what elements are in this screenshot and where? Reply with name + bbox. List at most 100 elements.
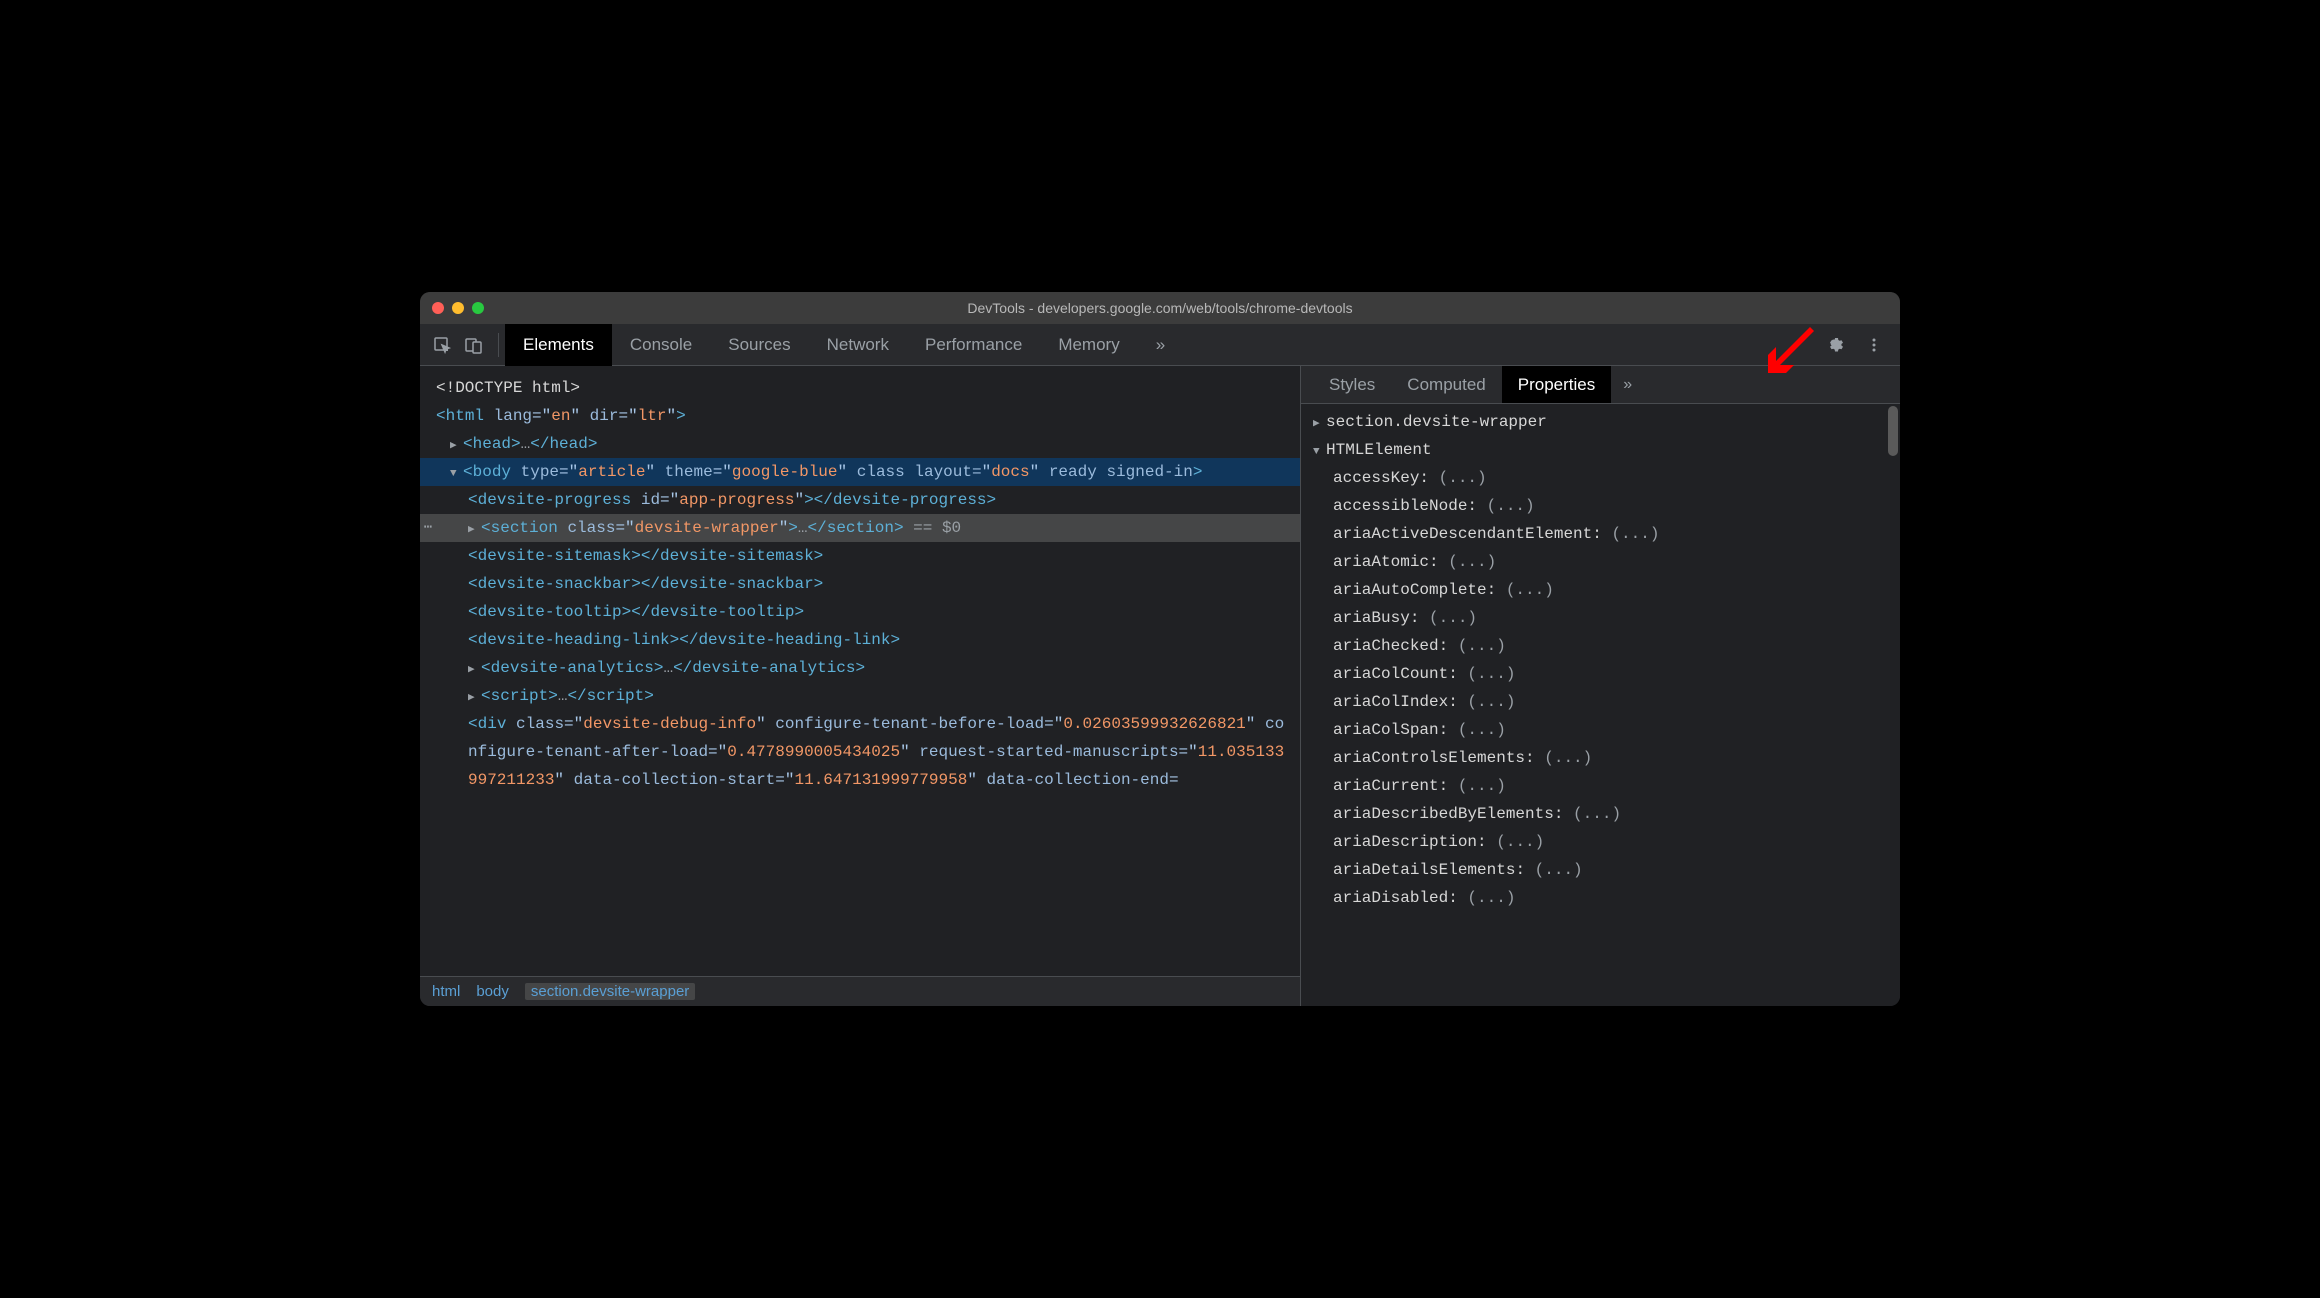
prop-row[interactable]: ariaDisabled: (...) [1301,884,1900,912]
prop-key: ariaDisabled [1333,889,1448,907]
prop-val[interactable]: (...) [1467,889,1515,907]
expand-triangle-icon[interactable]: ▶ [450,437,460,456]
prop-row[interactable]: ariaActiveDescendantElement: (...) [1301,520,1900,548]
line-actions-icon[interactable]: ⋯ [420,514,436,542]
device-toggle-icon[interactable] [460,331,488,359]
breadcrumb-html[interactable]: html [432,983,460,1000]
dom-line-div-debug[interactable]: <div class="devsite-debug-info" configur… [420,710,1300,794]
tab-network[interactable]: Network [809,324,907,366]
collapse-triangle-icon[interactable]: ▼ [450,465,460,484]
prop-val[interactable]: (...) [1573,805,1621,823]
maximize-window-button[interactable] [472,302,484,314]
prop-val[interactable]: (...) [1544,749,1592,767]
prop-val[interactable]: (...) [1611,525,1659,543]
prop-key: accessibleNode [1333,497,1467,515]
prop-row[interactable]: ariaDetailsElements: (...) [1301,856,1900,884]
prop-key: accessKey [1333,469,1419,487]
tab-console[interactable]: Console [612,324,710,366]
prop-row[interactable]: ariaBusy: (...) [1301,604,1900,632]
tab-sources[interactable]: Sources [710,324,808,366]
prop-key: ariaAutoComplete [1333,581,1487,599]
side-tab-more[interactable]: » [1611,366,1644,403]
prop-val[interactable]: (...) [1467,693,1515,711]
properties-pane[interactable]: ▶section.devsite-wrapper ▼HTMLElement ac… [1301,404,1900,1006]
prop-val[interactable]: (...) [1458,777,1506,795]
inspect-icon[interactable] [428,331,456,359]
prop-key: ariaColSpan [1333,721,1439,739]
breadcrumb-body[interactable]: body [476,983,509,1000]
dom-line-heading-link[interactable]: <devsite-heading-link></devsite-heading-… [420,626,1300,654]
dom-line-head[interactable]: ▶<head>…</head> [420,430,1300,458]
prop-val[interactable]: (...) [1448,553,1496,571]
prop-row[interactable]: ariaChecked: (...) [1301,632,1900,660]
kebab-menu-icon[interactable] [1860,331,1888,359]
prop-val[interactable]: (...) [1439,469,1487,487]
prop-key: ariaBusy [1333,609,1410,627]
dom-line-sitemask[interactable]: <devsite-sitemask></devsite-sitemask> [420,542,1300,570]
prop-row[interactable]: ariaControlsElements: (...) [1301,744,1900,772]
tab-elements[interactable]: Elements [505,324,612,366]
expand-triangle-icon[interactable]: ▶ [468,661,478,680]
scrollbar-thumb[interactable] [1888,406,1898,456]
dom-tree[interactable]: <!DOCTYPE html> <html lang="en" dir="ltr… [420,366,1300,976]
prop-key: ariaColIndex [1333,693,1448,711]
prop-val[interactable]: (...) [1467,665,1515,683]
prop-key: ariaDetailsElements [1333,861,1515,879]
side-tab-styles[interactable]: Styles [1313,366,1391,403]
expand-triangle-icon[interactable]: ▶ [468,521,478,540]
breadcrumb-section[interactable]: section.devsite-wrapper [525,983,695,1000]
prop-val[interactable]: (...) [1535,861,1583,879]
prop-row[interactable]: ariaColIndex: (...) [1301,688,1900,716]
prop-key: ariaCurrent [1333,777,1439,795]
prop-proto-header[interactable]: ▼HTMLElement [1301,436,1900,464]
close-window-button[interactable] [432,302,444,314]
dom-line-html-open[interactable]: <html lang="en" dir="ltr"> [420,402,1300,430]
prop-row[interactable]: accessibleNode: (...) [1301,492,1900,520]
prop-row[interactable]: ariaAutoComplete: (...) [1301,576,1900,604]
expand-triangle-icon[interactable]: ▶ [468,689,478,708]
prop-key: ariaChecked [1333,637,1439,655]
expand-triangle-icon[interactable]: ▶ [1313,415,1323,434]
devtools-window: DevTools - developers.google.com/web/too… [420,292,1900,1006]
collapse-triangle-icon[interactable]: ▼ [1313,443,1323,462]
dom-line-section-selected[interactable]: ⋯▶<section class="devsite-wrapper">…</se… [420,514,1300,542]
prop-row[interactable]: accessKey: (...) [1301,464,1900,492]
prop-key: ariaAtomic [1333,553,1429,571]
prop-val[interactable]: (...) [1487,497,1535,515]
prop-row[interactable]: ariaAtomic: (...) [1301,548,1900,576]
dom-line-analytics[interactable]: ▶<devsite-analytics>…</devsite-analytics… [420,654,1300,682]
prop-row[interactable]: ariaDescribedByElements: (...) [1301,800,1900,828]
tab-more[interactable]: » [1138,324,1183,366]
side-tab-computed[interactable]: Computed [1391,366,1501,403]
dom-line-script[interactable]: ▶<script>…</script> [420,682,1300,710]
prop-key: ariaDescription [1333,833,1477,851]
side-tab-properties[interactable]: Properties [1502,366,1611,403]
doctype-text: <!DOCTYPE html> [436,379,580,397]
traffic-lights [432,302,484,314]
prop-row[interactable]: ariaColCount: (...) [1301,660,1900,688]
props-scrollbar[interactable] [1888,406,1898,1004]
prop-val[interactable]: (...) [1458,637,1506,655]
prop-val[interactable]: (...) [1429,609,1477,627]
prop-row[interactable]: ariaColSpan: (...) [1301,716,1900,744]
prop-section-header[interactable]: ▶section.devsite-wrapper [1301,408,1900,436]
main-tabs: Elements Console Sources Network Perform… [505,324,1183,366]
minimize-window-button[interactable] [452,302,464,314]
tab-memory[interactable]: Memory [1040,324,1137,366]
side-tabs: Styles Computed Properties » [1301,366,1900,404]
prop-val[interactable]: (...) [1506,581,1554,599]
dom-line-body[interactable]: ▼<body type="article" theme="google-blue… [420,458,1300,486]
prop-val[interactable]: (...) [1496,833,1544,851]
prop-key: ariaColCount [1333,665,1448,683]
prop-key: ariaActiveDescendantElement [1333,525,1592,543]
prop-row[interactable]: ariaCurrent: (...) [1301,772,1900,800]
dom-line-snackbar[interactable]: <devsite-snackbar></devsite-snackbar> [420,570,1300,598]
side-panel: Styles Computed Properties » ▶section.de… [1300,366,1900,1006]
settings-icon[interactable] [1822,331,1850,359]
prop-row[interactable]: ariaDescription: (...) [1301,828,1900,856]
dom-line-doctype[interactable]: <!DOCTYPE html> [420,374,1300,402]
tab-performance[interactable]: Performance [907,324,1040,366]
dom-line-progress[interactable]: <devsite-progress id="app-progress"></de… [420,486,1300,514]
dom-line-tooltip[interactable]: <devsite-tooltip></devsite-tooltip> [420,598,1300,626]
prop-val[interactable]: (...) [1458,721,1506,739]
